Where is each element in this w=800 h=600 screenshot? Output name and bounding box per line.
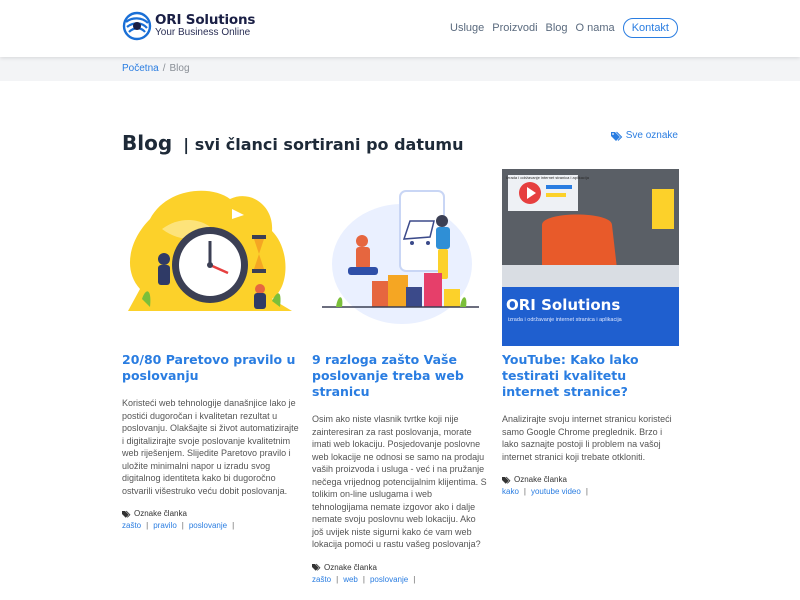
video-brand-text: ORI Solutions <box>506 296 620 314</box>
tag-link[interactable]: web <box>343 575 358 584</box>
tag-icon <box>122 510 131 518</box>
page-title-main: Blog <box>122 131 173 155</box>
breadcrumb-current: Blog <box>169 63 190 74</box>
blog-card: 20/80 Paretovo pravilo u poslovanju Kori… <box>122 169 299 530</box>
card-excerpt: Koristeći web tehnologije današnjice lak… <box>122 398 299 496</box>
card-title[interactable]: 9 razloga zašto Vaše poslovanje treba we… <box>312 352 489 400</box>
card-excerpt: Osim ako niste vlasnik tvrtke koji nije … <box>312 414 487 549</box>
tag-icon <box>502 476 511 484</box>
breadcrumb-bar: Početna / Blog <box>0 57 800 81</box>
tag-link[interactable]: kako <box>502 487 519 496</box>
site-header: ORI Solutions Your Business Online Uslug… <box>0 0 800 57</box>
video-thumbnail-image[interactable]: ORI Solutions izrada i održavanje intern… <box>502 169 679 346</box>
logo-swirl-icon <box>122 11 152 41</box>
card-tag-list: kako | youtube video | <box>502 487 588 496</box>
main-nav: Usluge Proizvodi Blog O nama Kontakt <box>450 18 678 38</box>
card-excerpt: Analizirajte svoju internet stranicu kor… <box>502 414 672 462</box>
tags-icon <box>610 131 623 141</box>
contact-button[interactable]: Kontakt <box>622 18 678 38</box>
card-tag-list: zašto | pravilo | poslovanje | <box>122 521 235 530</box>
all-tags-link[interactable]: Sve oznake <box>610 130 678 141</box>
tag-icon <box>312 563 321 571</box>
page-title-subtitle: | svi članci sortirani po datumu <box>183 135 464 154</box>
tag-link[interactable]: pravilo <box>153 521 177 530</box>
page-title: Blog | svi članci sortirani po datumu <box>122 120 463 158</box>
shopping-illustration-image[interactable] <box>312 169 489 346</box>
nav-o-nama[interactable]: O nama <box>576 22 615 34</box>
card-tags-label: Oznake članka <box>134 509 187 518</box>
blog-card: 9 razloga zašto Vaše poslovanje treba we… <box>312 169 489 584</box>
tag-link[interactable]: zašto <box>312 575 331 584</box>
video-caption-text: izrada i održavanje internet stranica i … <box>508 317 623 323</box>
breadcrumb-separator: / <box>162 63 166 74</box>
logo-name: ORI Solutions <box>155 11 256 28</box>
breadcrumb-home[interactable]: Početna <box>122 63 159 74</box>
tag-link[interactable]: youtube video <box>531 487 581 496</box>
breadcrumb: Početna / Blog <box>122 63 190 74</box>
tag-link[interactable]: poslovanje <box>370 575 408 584</box>
card-tags-label: Oznake članka <box>324 562 377 572</box>
all-tags-label: Sve oznake <box>625 130 678 141</box>
card-tag-list: zašto | web | poslovanje | <box>312 574 416 584</box>
nav-usluge[interactable]: Usluge <box>450 22 484 34</box>
card-title[interactable]: YouTube: Kako lako testirati kvalitetu i… <box>502 352 679 400</box>
nav-proizvodi[interactable]: Proizvodi <box>492 22 537 34</box>
site-logo[interactable]: ORI Solutions Your Business Online <box>122 11 255 41</box>
card-tags-label: Oznake članka <box>514 475 567 484</box>
card-title[interactable]: 20/80 Paretovo pravilo u poslovanju <box>122 352 299 384</box>
tag-link[interactable]: poslovanje <box>189 521 227 530</box>
tag-link[interactable]: zašto <box>122 521 141 530</box>
clock-illustration-image[interactable] <box>122 169 299 346</box>
blog-card: ORI Solutions izrada i održavanje intern… <box>502 169 679 496</box>
nav-blog[interactable]: Blog <box>546 22 568 34</box>
video-top-text: Izrada i održavanje internet stranica i … <box>506 175 590 180</box>
logo-tagline: Your Business Online <box>155 27 251 39</box>
